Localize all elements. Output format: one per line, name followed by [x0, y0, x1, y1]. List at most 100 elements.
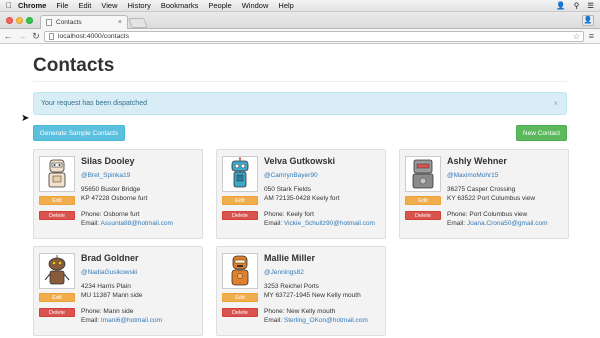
forward-icon[interactable]: →: [16, 31, 28, 41]
contact-name: Mallie Miller: [264, 253, 316, 263]
email-link[interactable]: Vickie_Schultz90@hotmail.com: [284, 220, 375, 227]
contact-phone: Phone: Osborne furt: [81, 211, 140, 218]
menu-chrome[interactable]: Chrome: [18, 1, 46, 10]
menu-view[interactable]: View: [101, 1, 117, 10]
search-icon[interactable]: ⚲: [574, 1, 580, 10]
address-line-2: MU 11387 Mann side: [81, 292, 143, 299]
contact-name: Ashly Wehner: [447, 156, 507, 166]
address-line-2: AM 72135-0428 Keely fort: [264, 195, 340, 202]
profile-icon[interactable]: 👤: [582, 15, 594, 26]
browser-toolbar: ← → ↻ localhost:4000/contacts ☆ ≡: [0, 29, 600, 44]
close-tab-icon[interactable]: ×: [118, 19, 122, 26]
contact-card: Edit Delete Ashly Wehner @MaximoMohr15 3…: [399, 149, 569, 239]
avatar: [222, 253, 258, 289]
minimize-window-button[interactable]: [16, 17, 23, 24]
new-tab-button[interactable]: [128, 18, 148, 28]
tab-title: Contacts: [56, 19, 82, 26]
delete-button[interactable]: Delete: [222, 211, 258, 220]
contact-handle-link[interactable]: @NadiaGusikowski: [81, 269, 137, 276]
edit-button[interactable]: Edit: [222, 196, 258, 205]
close-window-button[interactable]: [6, 17, 13, 24]
email-link[interactable]: Imani6@hotmail.com: [101, 317, 162, 324]
alert-close-icon[interactable]: ×: [553, 99, 558, 108]
address-line-1: 95650 Buster Bridge: [81, 186, 141, 193]
contact-handle-link[interactable]: @MaximoMohr15: [447, 172, 498, 179]
mouse-pointer-icon: ➤: [21, 113, 30, 124]
new-contact-button[interactable]: New Contact: [516, 125, 567, 141]
contact-handle-link[interactable]: @Bret_Spinka19: [81, 172, 130, 179]
contact-handle-link[interactable]: @CamrynBayer90: [264, 172, 318, 179]
contact-card: Edit Delete Mallie Miller @Jennings82 32…: [216, 246, 386, 336]
page-viewport: Contacts Your request has been dispatche…: [0, 45, 600, 338]
menu-people[interactable]: People: [208, 1, 231, 10]
page-info-icon[interactable]: [49, 33, 54, 40]
contact-name: Brad Goldner: [81, 253, 139, 263]
contact-email: Email: Joana.Crona50@gmail.com: [447, 220, 548, 227]
address-line-2: MY 63727-1945 New Kelly mouth: [264, 292, 361, 299]
menu-file[interactable]: File: [56, 1, 68, 10]
contact-handle-link[interactable]: @Jennings82: [264, 269, 304, 276]
address-line-1: 4234 Harris Plain: [81, 283, 131, 290]
blue-robot-icon: [231, 157, 249, 188]
delete-button[interactable]: Delete: [405, 211, 441, 220]
apple-icon[interactable]: : [0, 1, 18, 10]
title-divider: [33, 81, 567, 82]
address-line-1: 36275 Casper Crossing: [447, 186, 516, 193]
contact-email: Email: Assunta88@hotmail.com: [81, 220, 173, 227]
contact-email: Email: Imani6@hotmail.com: [81, 317, 163, 324]
delete-button[interactable]: Delete: [222, 308, 258, 317]
contact-email: Email: Vickie_Schultz90@hotmail.com: [264, 220, 375, 227]
avatar: [222, 156, 258, 192]
email-link[interactable]: Sterling_OKon@hotmail.com: [284, 317, 368, 324]
address-bar[interactable]: localhost:4000/contacts ☆: [44, 31, 584, 42]
contact-card: Edit Delete Brad Goldner @NadiaGusikowsk…: [33, 246, 203, 336]
address-line-1: 3253 Reichel Ports: [264, 283, 319, 290]
contact-card: Edit Delete Silas Dooley @Bret_Spinka19 …: [33, 149, 203, 239]
address-line-2: KY 63522 Port Columbus view: [447, 195, 536, 202]
contact-name: Silas Dooley: [81, 156, 135, 166]
delete-button[interactable]: Delete: [39, 308, 75, 317]
avatar: [39, 156, 75, 192]
contact-phone: Phone: New Kelly mouth: [264, 308, 336, 315]
menu-bookmarks[interactable]: Bookmarks: [161, 1, 199, 10]
list-icon[interactable]: ☰: [587, 1, 594, 10]
address-line-2: KP 47228 Osborne furt: [81, 195, 148, 202]
brown-robot-icon: [44, 255, 70, 285]
edit-button[interactable]: Edit: [222, 293, 258, 302]
page-title: Contacts: [33, 55, 115, 76]
edit-button[interactable]: Edit: [39, 196, 75, 205]
generate-sample-contacts-button[interactable]: Generate Sample Contacts: [33, 125, 125, 141]
contact-phone: Phone: Port Columbus view: [447, 211, 528, 218]
chrome-menu-icon[interactable]: ≡: [589, 32, 594, 41]
back-icon[interactable]: ←: [2, 31, 14, 41]
os-menu-bar:  Chrome File Edit View History Bookmark…: [0, 0, 600, 12]
url-text: localhost:4000/contacts: [58, 33, 130, 40]
avatar: [39, 253, 75, 289]
edit-button[interactable]: Edit: [405, 196, 441, 205]
email-link[interactable]: Joana.Crona50@gmail.com: [467, 220, 548, 227]
user-icon[interactable]: 👤: [556, 1, 565, 10]
bookmark-star-icon[interactable]: ☆: [573, 32, 580, 42]
address-line-1: 050 Stark Fields: [264, 186, 311, 193]
avatar: [405, 156, 441, 192]
zoom-window-button[interactable]: [26, 17, 33, 24]
menu-history[interactable]: History: [128, 1, 151, 10]
gray-robot-icon: [412, 159, 434, 189]
edit-button[interactable]: Edit: [39, 293, 75, 302]
contact-phone: Phone: Mann side: [81, 308, 134, 315]
tab-strip: Contacts × 👤: [0, 12, 600, 29]
menu-help[interactable]: Help: [278, 1, 293, 10]
beige-robot-icon: [48, 159, 66, 188]
delete-button[interactable]: Delete: [39, 211, 75, 220]
page-icon: [46, 19, 52, 26]
contact-card: Edit Delete Velva Gutkowski @CamrynBayer…: [216, 149, 386, 239]
menu-window[interactable]: Window: [242, 1, 269, 10]
contact-email: Email: Sterling_OKon@hotmail.com: [264, 317, 368, 324]
tab-contacts[interactable]: Contacts ×: [40, 15, 128, 29]
reload-icon[interactable]: ↻: [30, 31, 42, 42]
menubar-status: 👤 ⚲ ☰: [556, 1, 594, 10]
alert-message: Your request has been dispatched: [41, 100, 147, 107]
email-link[interactable]: Assunta88@hotmail.com: [101, 220, 173, 227]
contact-phone: Phone: Keely fort: [264, 211, 314, 218]
menu-edit[interactable]: Edit: [78, 1, 91, 10]
